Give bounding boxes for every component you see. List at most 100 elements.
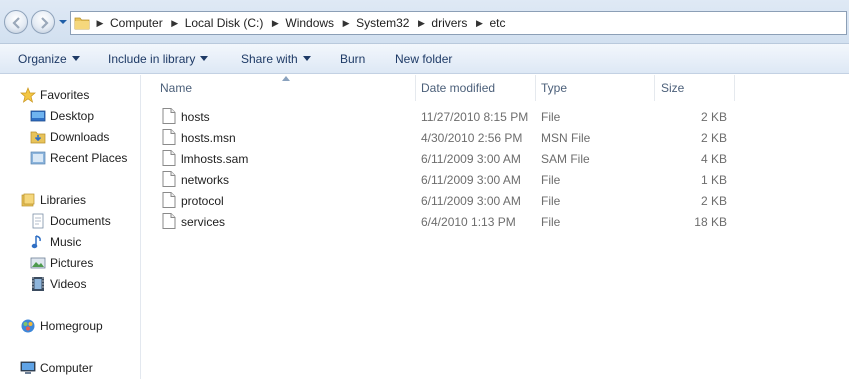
breadcrumb-separator[interactable]: ▶	[168, 18, 182, 29]
share-with-label: Share with	[241, 52, 298, 66]
dropdown-caret-icon	[302, 56, 311, 61]
breadcrumb-system32[interactable]: System32	[353, 16, 414, 30]
file-date-modified: 6/4/2010 1:13 PM	[421, 215, 516, 229]
nav-music[interactable]: Music	[30, 234, 81, 250]
file-date-modified: 6/11/2009 3:00 AM	[421, 152, 521, 166]
breadcrumb-drivers[interactable]: drivers	[428, 16, 472, 30]
nav-downloads[interactable]: Downloads	[30, 129, 109, 145]
nav-computer-label: Computer	[40, 361, 93, 375]
dropdown-caret-icon	[200, 56, 209, 61]
nav-pictures-label: Pictures	[50, 256, 94, 270]
folder-icon	[71, 12, 93, 34]
nav-videos[interactable]: Videos	[30, 276, 86, 292]
burn-button[interactable]: Burn	[340, 52, 365, 66]
file-icon	[162, 171, 176, 190]
file-row-protocol[interactable]: protocol 6/11/2009 3:00 AM File 2 KB	[160, 190, 750, 211]
breadcrumb-computer[interactable]: Computer	[107, 16, 168, 30]
file-size: 1 KB	[700, 173, 727, 187]
file-icon	[162, 192, 176, 211]
nav-recent-places-label: Recent Places	[50, 151, 128, 165]
file-row-lmhosts-sam[interactable]: lmhosts.sam 6/11/2009 3:00 AM SAM File 4…	[160, 148, 750, 169]
include-in-library-label: Include in library	[108, 52, 196, 66]
nav-favorites[interactable]: Favorites	[20, 87, 89, 103]
breadcrumb-separator[interactable]: ▶	[93, 18, 107, 29]
music-icon	[30, 234, 46, 250]
arrow-left-icon	[12, 17, 20, 29]
file-size: 2 KB	[700, 131, 727, 145]
file-row-networks[interactable]: networks 6/11/2009 3:00 AM File 1 KB	[160, 169, 750, 190]
file-type: File	[541, 194, 561, 208]
breadcrumb-separator[interactable]: ▶	[414, 18, 428, 29]
nav-desktop-label: Desktop	[50, 109, 95, 123]
arrow-right-icon	[41, 17, 49, 29]
file-type: File	[541, 215, 561, 229]
file-type: File	[541, 110, 561, 124]
recent-pages-button[interactable]	[58, 15, 68, 29]
breadcrumb-separator[interactable]: ▶	[472, 18, 486, 29]
command-bar: Organize Include in library Share with B…	[0, 44, 849, 74]
file-icon	[162, 108, 176, 127]
nav-documents[interactable]: Documents	[30, 213, 111, 229]
file-icon	[162, 150, 176, 169]
homegroup-icon	[20, 318, 36, 334]
nav-homegroup[interactable]: Homegroup	[20, 318, 103, 334]
file-list-view: Name Date modified Type Size hosts 11/27…	[142, 75, 849, 379]
column-divider[interactable]	[734, 75, 735, 101]
file-icon	[162, 213, 176, 232]
desktop-icon	[30, 108, 46, 124]
file-row-hosts[interactable]: hosts 11/27/2010 8:15 PM File 2 KB	[160, 106, 750, 127]
recent-places-icon	[30, 150, 46, 166]
column-header-size[interactable]: Size	[661, 81, 684, 95]
column-divider[interactable]	[535, 75, 536, 101]
nav-videos-label: Videos	[50, 277, 87, 291]
nav-libraries-label: Libraries	[40, 193, 87, 207]
nav-homegroup-label: Homegroup	[40, 319, 103, 333]
file-size: 18 KB	[694, 215, 727, 229]
nav-pictures[interactable]: Pictures	[30, 255, 93, 271]
column-divider[interactable]	[415, 75, 416, 101]
breadcrumb-separator[interactable]: ▶	[339, 18, 353, 29]
nav-desktop[interactable]: Desktop	[30, 108, 94, 124]
back-button[interactable]	[4, 10, 28, 34]
column-header-date-modified[interactable]: Date modified	[421, 81, 495, 95]
nav-documents-label: Documents	[50, 214, 111, 228]
computer-icon	[20, 360, 36, 376]
documents-icon	[30, 213, 46, 229]
column-header-type[interactable]: Type	[541, 81, 567, 95]
nav-favorites-label: Favorites	[40, 88, 90, 102]
breadcrumb-windows[interactable]: Windows	[282, 16, 339, 30]
file-name: lmhosts.sam	[181, 152, 249, 166]
file-size: 4 KB	[700, 152, 727, 166]
column-divider[interactable]	[654, 75, 655, 101]
file-date-modified: 6/11/2009 3:00 AM	[421, 194, 521, 208]
chevron-down-icon	[59, 20, 67, 24]
column-header-name[interactable]: Name	[160, 81, 192, 95]
nav-computer[interactable]: Computer	[20, 360, 93, 376]
forward-button[interactable]	[31, 10, 55, 34]
address-bar-area: ▶ Computer ▶ Local Disk (C:) ▶ Windows ▶…	[0, 0, 849, 44]
file-date-modified: 6/11/2009 3:00 AM	[421, 173, 521, 187]
nav-downloads-label: Downloads	[50, 130, 110, 144]
file-type: File	[541, 173, 561, 187]
breadcrumb-etc[interactable]: etc	[486, 16, 510, 30]
breadcrumb-separator[interactable]: ▶	[268, 18, 282, 29]
file-row-services[interactable]: services 6/4/2010 1:13 PM File 18 KB	[160, 211, 750, 232]
pictures-icon	[30, 255, 46, 271]
file-date-modified: 11/27/2010 8:15 PM	[421, 110, 529, 124]
nav-libraries[interactable]: Libraries	[20, 192, 86, 208]
file-size: 2 KB	[700, 194, 727, 208]
address-field[interactable]: ▶ Computer ▶ Local Disk (C:) ▶ Windows ▶…	[70, 11, 847, 35]
include-in-library-button[interactable]: Include in library	[108, 52, 209, 66]
new-folder-button[interactable]: New folder	[395, 52, 452, 66]
dropdown-caret-icon	[71, 56, 80, 61]
star-icon	[20, 87, 36, 103]
videos-icon	[30, 276, 46, 292]
file-row-hosts-msn[interactable]: hosts.msn 4/30/2010 2:56 PM MSN File 2 K…	[160, 127, 750, 148]
nav-music-label: Music	[50, 235, 82, 249]
share-with-button[interactable]: Share with	[241, 52, 311, 66]
breadcrumb-local-disk[interactable]: Local Disk (C:)	[182, 16, 269, 30]
organize-button[interactable]: Organize	[18, 52, 80, 66]
file-name: protocol	[181, 194, 224, 208]
nav-recent-places[interactable]: Recent Places	[30, 150, 127, 166]
file-name: services	[181, 215, 226, 229]
